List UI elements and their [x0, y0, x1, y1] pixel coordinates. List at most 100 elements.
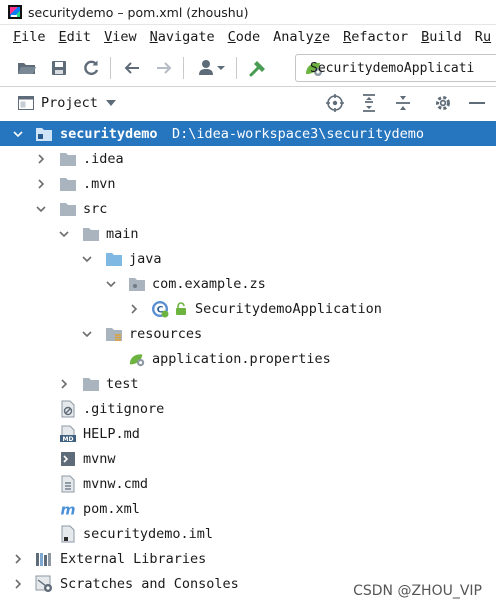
select-opened-file-button[interactable]	[322, 90, 348, 116]
gear-icon	[436, 96, 450, 110]
tree-node-iml[interactable]: securitydemo.iml	[0, 521, 496, 546]
minimize-icon	[469, 102, 485, 104]
tree-node-root[interactable]: securitydemo D:\idea-workspace3\security…	[0, 121, 496, 146]
tree-node-idea[interactable]: .idea	[0, 146, 496, 171]
project-panel-header: Project	[0, 87, 496, 119]
menu-navigate-label: avigate	[157, 29, 215, 45]
root-module-name: securitydemo	[60, 125, 158, 142]
tree-node-external-libraries[interactable]: External Libraries	[0, 546, 496, 571]
menu-code[interactable]: Code	[228, 29, 261, 45]
tree-node-label: SecuritydemoApplication	[195, 300, 382, 317]
tree-node-src[interactable]: src	[0, 196, 496, 221]
hide-panel-button[interactable]	[464, 90, 490, 116]
open-folder-button[interactable]	[14, 55, 40, 81]
tree-node-gitignore[interactable]: .gitignore	[0, 396, 496, 421]
synchronize-button[interactable]	[78, 55, 104, 81]
chevron-down-icon[interactable]	[104, 277, 118, 291]
menu-build[interactable]: Build	[421, 29, 462, 45]
menu-file[interactable]: File	[13, 29, 46, 45]
tree-node-main-class[interactable]: C SecuritydemoApplication	[0, 296, 496, 321]
tree-node-mvn[interactable]: .mvn	[0, 171, 496, 196]
toolbar-separator	[236, 56, 237, 79]
refresh-icon	[84, 60, 99, 75]
folder-icon	[82, 226, 100, 242]
menu-refactor[interactable]: Refactor	[343, 29, 408, 45]
project-tree[interactable]: securitydemo D:\idea-workspace3\security…	[0, 121, 496, 596]
chevron-down-icon[interactable]	[80, 327, 94, 341]
arrow-left-icon	[124, 61, 139, 74]
chevron-down-icon[interactable]	[11, 127, 25, 141]
chevron-right-icon[interactable]	[127, 302, 141, 316]
hammer-icon	[249, 60, 265, 76]
menu-view[interactable]: View	[104, 29, 137, 45]
menu-analyze[interactable]: Analyze	[273, 29, 330, 45]
watermark: CSDN @ZHOU_VIP	[353, 583, 482, 599]
tree-node-java[interactable]: java	[0, 246, 496, 271]
menu-build-label: uild	[429, 29, 462, 45]
tree-node-package[interactable]: com.example.zs	[0, 271, 496, 296]
chevron-right-icon[interactable]	[34, 152, 48, 166]
expand-all-icon	[363, 94, 375, 112]
open-folder-icon	[18, 62, 36, 74]
panel-settings-button[interactable]	[430, 90, 456, 116]
menu-file-label: ile	[21, 29, 46, 45]
tree-node-help-md[interactable]: MD HELP.md	[0, 421, 496, 446]
menu-view-label: iew	[112, 29, 137, 45]
tree-node-pom-xml[interactable]: m pom.xml	[0, 496, 496, 521]
expand-all-button[interactable]	[356, 90, 382, 116]
save-icon	[52, 60, 66, 75]
source-folder-icon	[105, 251, 123, 267]
chevron-right-icon[interactable]	[11, 577, 25, 591]
folder-icon	[59, 176, 77, 192]
menu-refactor-label: efactor	[351, 29, 409, 45]
tree-node-label: pom.xml	[83, 500, 140, 517]
svg-text:m: m	[61, 502, 76, 517]
tree-node-application-properties[interactable]: application.properties	[0, 346, 496, 371]
folder-icon	[82, 376, 100, 392]
chevron-down-icon[interactable]	[80, 252, 94, 266]
menu-refactor-mnemonic: R	[343, 29, 352, 45]
save-all-button[interactable]	[46, 55, 72, 81]
menu-run[interactable]: Ru	[475, 29, 491, 45]
toolbar-separator	[183, 56, 184, 79]
vcs-user-button[interactable]	[196, 55, 230, 81]
chevron-down-icon[interactable]	[34, 202, 48, 216]
menu-view-mnemonic: V	[104, 29, 113, 45]
tree-node-resources[interactable]: resources	[0, 321, 496, 346]
library-icon	[35, 551, 53, 567]
menu-navigate[interactable]: Navigate	[150, 29, 215, 45]
maven-icon: m	[59, 501, 77, 517]
ignore-file-icon	[59, 400, 77, 417]
collapse-all-icon	[396, 96, 410, 110]
folder-icon	[59, 151, 77, 167]
project-window-icon	[18, 96, 34, 110]
resources-folder-icon	[105, 326, 123, 342]
chevron-down-icon[interactable]	[57, 227, 71, 241]
svg-text:MD: MD	[63, 436, 74, 443]
toolbar-separator	[110, 56, 111, 79]
unlock-icon	[172, 301, 190, 317]
forward-button[interactable]	[151, 55, 177, 81]
menu-run-mnemonic: u	[482, 29, 492, 45]
module-file-icon	[59, 525, 77, 542]
chevron-right-icon[interactable]	[11, 552, 25, 566]
menu-edit[interactable]: Edit	[59, 29, 92, 45]
build-project-button[interactable]	[245, 55, 271, 81]
chevron-right-icon[interactable]	[34, 177, 48, 191]
markdown-file-icon: MD	[59, 425, 77, 443]
tree-node-mvnw-cmd[interactable]: mvnw.cmd	[0, 471, 496, 496]
spring-class-icon: C	[151, 300, 169, 317]
tree-node-label: application.properties	[152, 350, 331, 367]
tree-node-main[interactable]: main	[0, 221, 496, 246]
tree-node-mvnw[interactable]: mvnw	[0, 446, 496, 471]
tree-node-test[interactable]: test	[0, 371, 496, 396]
root-module-path: D:\idea-workspace3\securitydemo	[172, 125, 424, 142]
chevron-right-icon[interactable]	[57, 377, 71, 391]
back-button[interactable]	[119, 55, 145, 81]
project-view-selector[interactable]: Project	[18, 95, 116, 111]
crosshair-icon	[326, 94, 344, 112]
menu-run-label: R	[474, 29, 483, 45]
tree-node-label: resources	[129, 325, 203, 342]
collapse-all-button[interactable]	[390, 90, 416, 116]
run-configuration-selector[interactable]: SecuritydemoApplicati	[295, 54, 496, 82]
